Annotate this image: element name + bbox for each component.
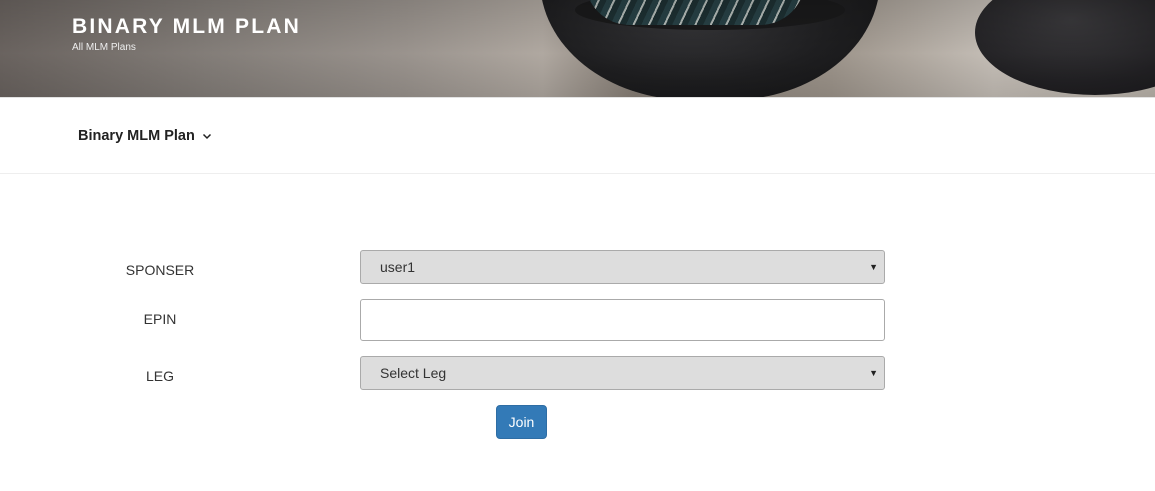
site-description: All MLM Plans (72, 42, 136, 53)
leg-select[interactable]: Select Leg ▼ (360, 356, 885, 390)
main-navigation: Binary MLM Plan (0, 97, 1155, 174)
sponsor-label: SPONSER (125, 262, 195, 278)
dropdown-arrow-icon: ▼ (869, 368, 878, 378)
header-banner: BINARY MLM PLAN All MLM Plans (0, 0, 1155, 97)
leg-label: LEG (145, 368, 174, 384)
nav-item-binary-mlm-plan[interactable]: Binary MLM Plan (78, 128, 212, 144)
epin-label: EPIN (143, 311, 177, 327)
leg-select-value: Select Leg (380, 365, 447, 381)
nav-item-label: Binary MLM Plan (78, 128, 195, 144)
sponsor-select[interactable]: user1 ▼ (360, 250, 885, 284)
join-button[interactable]: Join (496, 405, 547, 439)
epin-input[interactable] (360, 299, 885, 341)
site-title[interactable]: BINARY MLM PLAN (72, 15, 301, 39)
sponsor-select-value: user1 (380, 259, 416, 275)
chevron-down-icon (202, 133, 211, 140)
dropdown-arrow-icon: ▼ (869, 262, 878, 272)
